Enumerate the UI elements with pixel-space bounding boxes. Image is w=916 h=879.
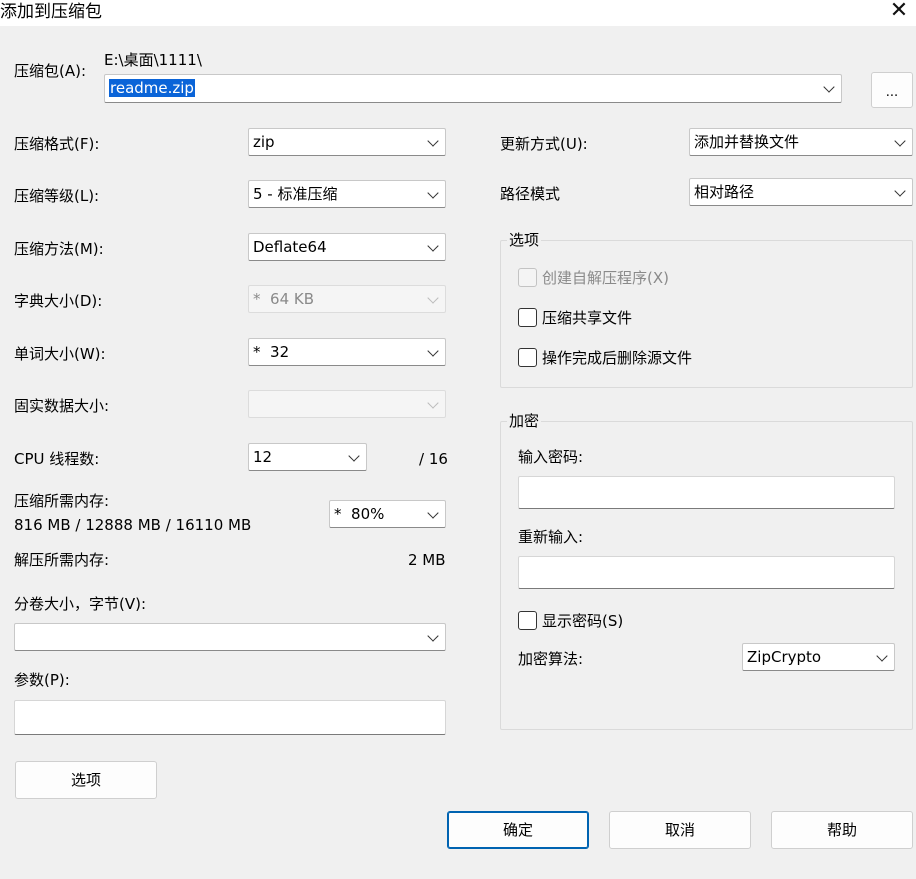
word-value: * 32: [253, 343, 290, 361]
method-label: 压缩方法(M):: [14, 240, 104, 258]
show-password-label[interactable]: 显示密码(S): [542, 611, 623, 631]
options-button[interactable]: 选项: [15, 761, 157, 799]
show-password-checkbox[interactable]: [518, 611, 537, 630]
reenter-password-input[interactable]: [518, 556, 895, 589]
chevron-down-icon: [427, 397, 439, 409]
word-select[interactable]: * 32: [248, 338, 446, 366]
mem-compress-select[interactable]: * 80%: [329, 500, 446, 528]
chevron-down-icon: [427, 630, 439, 642]
mem-decompress-label: 解压所需内存:: [14, 551, 110, 569]
sfx-label: 创建自解压程序(X): [542, 269, 669, 287]
archive-label: 压缩包(A):: [14, 62, 87, 80]
chevron-down-icon: [894, 185, 906, 197]
shared-label[interactable]: 压缩共享文件: [542, 308, 632, 328]
encryption-method-select[interactable]: ZipCrypto: [742, 643, 895, 671]
chevron-down-icon: [876, 650, 888, 662]
options-group-title: 选项: [507, 230, 542, 250]
path-mode-label: 路径模式: [500, 185, 561, 203]
mem-decompress-value: 2 MB: [408, 551, 446, 569]
format-label: 压缩格式(F):: [14, 135, 100, 153]
update-label: 更新方式(U):: [500, 135, 588, 153]
chevron-down-icon: [427, 240, 439, 252]
archive-path: E:\桌面\1111\: [104, 51, 202, 69]
ok-button[interactable]: 确定: [447, 811, 589, 849]
level-select[interactable]: 5 - 标准压缩: [248, 180, 446, 208]
chevron-down-icon: [427, 187, 439, 199]
threads-max: / 16: [419, 450, 448, 468]
threads-select[interactable]: 12: [248, 443, 367, 471]
chevron-down-icon: [823, 81, 835, 93]
dict-label: 字典大小(D):: [14, 292, 103, 310]
method-select[interactable]: Deflate64: [248, 233, 446, 261]
chevron-down-icon: [348, 450, 360, 462]
chevron-down-icon: [427, 345, 439, 357]
window-title: 添加到压缩包: [0, 2, 102, 22]
title-bar: [0, 0, 916, 26]
update-select[interactable]: 添加并替换文件: [689, 128, 913, 156]
reenter-label: 重新输入:: [518, 528, 584, 546]
level-value: 5 - 标准压缩: [253, 185, 338, 203]
level-label: 压缩等级(L):: [14, 187, 100, 205]
split-label: 分卷大小，字节(V):: [14, 595, 147, 613]
params-input[interactable]: [14, 700, 446, 735]
format-select[interactable]: zip: [248, 128, 446, 156]
mem-compress-label: 压缩所需内存:: [14, 492, 110, 510]
chevron-down-icon: [427, 135, 439, 147]
shared-checkbox[interactable]: [518, 308, 537, 327]
solid-select: [248, 390, 446, 418]
threads-value: 12: [253, 448, 273, 466]
format-value: zip: [253, 133, 275, 151]
delete-source-checkbox[interactable]: [518, 348, 537, 367]
params-label: 参数(P):: [14, 671, 70, 689]
cancel-button[interactable]: 取消: [609, 811, 751, 849]
split-combo[interactable]: [14, 623, 446, 651]
update-value: 添加并替换文件: [694, 133, 800, 151]
close-icon[interactable]: ✕: [886, 0, 912, 24]
browse-button[interactable]: ...: [871, 72, 913, 108]
archive-name-combo[interactable]: readme.zip: [104, 74, 842, 103]
delete-source-label[interactable]: 操作完成后删除源文件: [542, 348, 692, 368]
help-button[interactable]: 帮助: [771, 811, 913, 849]
method-value: Deflate64: [253, 238, 327, 256]
path-mode-value: 相对路径: [694, 183, 755, 201]
password-label: 输入密码:: [518, 448, 584, 466]
encryption-method-label: 加密算法:: [518, 650, 584, 668]
chevron-down-icon: [894, 135, 906, 147]
dict-value: * 64 KB: [253, 290, 315, 308]
path-mode-select[interactable]: 相对路径: [689, 178, 913, 206]
mem-compress-value: * 80%: [334, 505, 385, 523]
archive-name-value: readme.zip: [109, 79, 195, 97]
password-input[interactable]: [518, 476, 895, 509]
dict-select: * 64 KB: [248, 285, 446, 313]
sfx-checkbox: [518, 268, 537, 287]
encryption-group-title: 加密: [507, 411, 542, 431]
chevron-down-icon: [427, 292, 439, 304]
mem-compress-detail: 816 MB / 12888 MB / 16110 MB: [14, 516, 252, 534]
encryption-method-value: ZipCrypto: [747, 648, 822, 666]
threads-label: CPU 线程数:: [14, 450, 100, 468]
solid-label: 固实数据大小:: [14, 397, 110, 415]
word-label: 单词大小(W):: [14, 345, 106, 363]
chevron-down-icon: [427, 507, 439, 519]
